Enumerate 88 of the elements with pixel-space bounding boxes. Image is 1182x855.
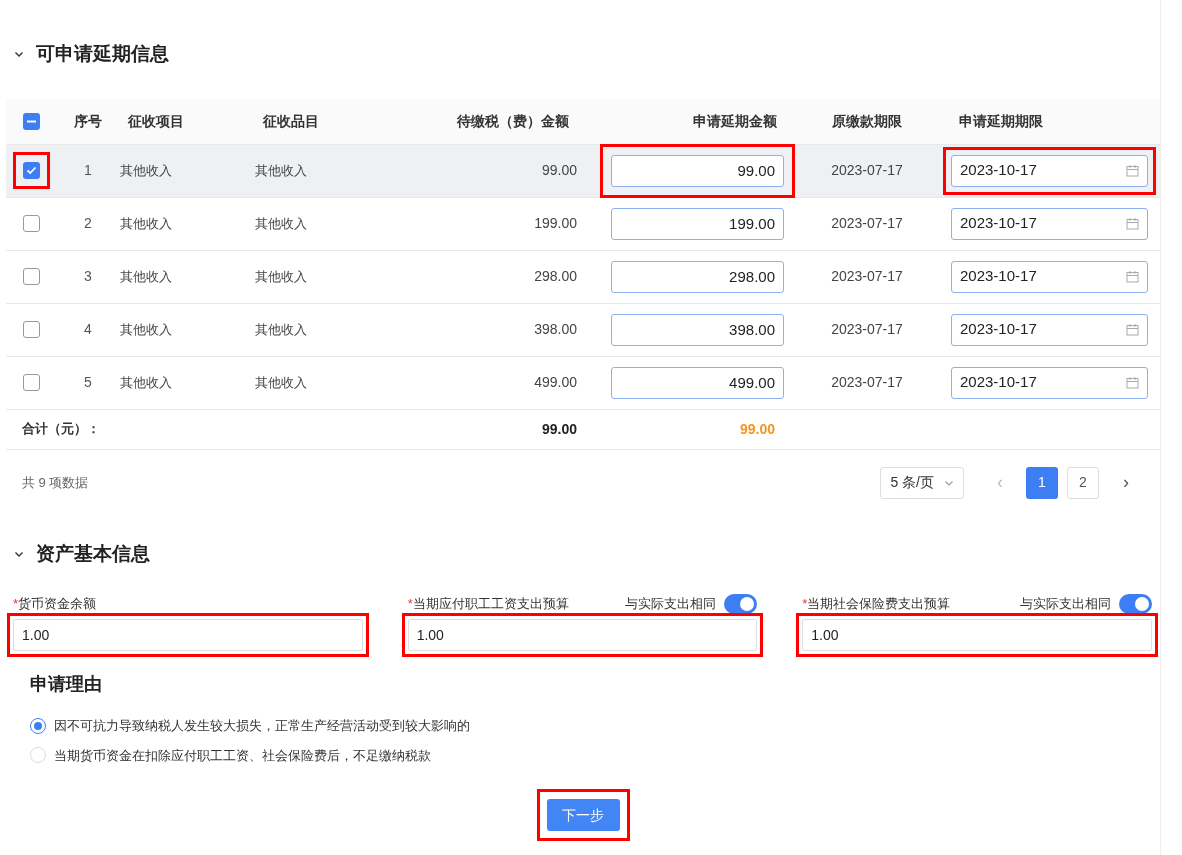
page-button[interactable]: 1 bbox=[1026, 466, 1058, 499]
table-cell-text: 4 bbox=[83, 320, 93, 339]
table-cell-text: 298.00 bbox=[533, 267, 578, 286]
column-header: 征收项目 bbox=[127, 111, 185, 131]
field-label: 货币资金余额 bbox=[18, 595, 98, 614]
radio-option[interactable]: 当期货币资金在扣除应付职工工资、社会保险费后，不足缴纳税款 bbox=[30, 745, 1160, 765]
checkbox[interactable] bbox=[22, 268, 40, 285]
required-mark: * bbox=[13, 595, 19, 614]
table-row[interactable]: 1 其他收入 其他收入 99.00 99.00 2023-07-17 2023-10-17 bbox=[6, 144, 1160, 198]
checkbox[interactable] bbox=[22, 112, 40, 130]
required-mark: * bbox=[407, 595, 413, 614]
radio-option[interactable]: 因不可抗力导致纳税人发生较大损失，正常生产经营活动受到较大影响的 bbox=[30, 716, 1160, 736]
section-title: 资产基本信息 bbox=[36, 541, 150, 566]
table-cell-text: 其他收入 bbox=[255, 214, 308, 233]
table-cell-text: 2023-07-17 bbox=[830, 161, 904, 180]
minus-icon bbox=[26, 119, 36, 123]
table-cell-text: 2 bbox=[83, 214, 93, 233]
date-picker[interactable]: 2023-10-17 bbox=[951, 313, 1148, 346]
checkbox[interactable] bbox=[22, 215, 40, 232]
calendar-icon bbox=[1126, 376, 1139, 389]
date-picker[interactable]: 2023-10-17 bbox=[951, 207, 1148, 240]
field-label: 当期社会保险费支出预算 bbox=[807, 595, 952, 614]
section-title: 可申请延期信息 bbox=[36, 42, 169, 66]
page-button[interactable]: 2 bbox=[1067, 466, 1099, 499]
checkbox[interactable] bbox=[22, 374, 40, 391]
column-header: 申请延期金额 bbox=[692, 111, 778, 131]
table-cell-text: 其他收入 bbox=[255, 161, 308, 180]
table-cell-text: 其他收入 bbox=[120, 320, 173, 339]
calendar-icon bbox=[1126, 164, 1139, 177]
table-cell-text: 其他收入 bbox=[255, 373, 308, 392]
toggle-switch[interactable] bbox=[1119, 594, 1152, 614]
table-cell-text: 1 bbox=[83, 161, 93, 180]
column-header: 申请延期期限 bbox=[958, 111, 1044, 131]
total-label: 合计（元）： bbox=[21, 420, 101, 439]
checkbox[interactable] bbox=[22, 162, 40, 179]
table-cell-text: 199.00 bbox=[533, 214, 578, 233]
date-value: 2023-10-17 bbox=[960, 372, 1038, 393]
table-cell-text: 其他收入 bbox=[120, 214, 173, 233]
table-cell-text: 3 bbox=[83, 267, 93, 286]
required-mark: * bbox=[802, 595, 808, 614]
next-page-button[interactable]: › bbox=[1114, 469, 1138, 496]
next-button[interactable]: 下一步 bbox=[546, 799, 620, 831]
table-cell-text: 2023-07-17 bbox=[830, 373, 904, 392]
table-cell-text: 2023-07-17 bbox=[830, 320, 904, 339]
pagination-summary: 共 9 项数据 bbox=[22, 473, 90, 492]
date-value: 2023-10-17 bbox=[960, 160, 1038, 181]
calendar-icon bbox=[1126, 217, 1139, 230]
column-header: 征收品目 bbox=[262, 111, 320, 131]
date-picker[interactable]: 2023-10-17 bbox=[951, 154, 1148, 187]
column-header: 待缴税（费）金额 bbox=[456, 111, 570, 131]
date-value: 2023-10-17 bbox=[960, 319, 1038, 340]
checkbox[interactable] bbox=[22, 321, 40, 338]
table-cell-text: 99.00 bbox=[540, 161, 578, 180]
table-cell-text: 其他收入 bbox=[120, 161, 173, 180]
amount-input[interactable]: 99.00 bbox=[611, 154, 784, 187]
toggle-label: 与实际支出相同 bbox=[1020, 595, 1111, 614]
toggle-label: 与实际支出相同 bbox=[625, 595, 717, 614]
toggle-switch[interactable] bbox=[724, 594, 758, 614]
table-cell-text: 其他收入 bbox=[255, 320, 308, 339]
table-cell-text: 398.00 bbox=[533, 320, 578, 339]
table-cell-text: 其他收入 bbox=[120, 267, 173, 286]
table-cell-text: 其他收入 bbox=[255, 267, 308, 286]
table-cell-text: 2023-07-17 bbox=[830, 214, 904, 233]
amount-input[interactable]: 499.00 bbox=[611, 366, 784, 399]
text-input[interactable]: 1.00 bbox=[407, 619, 758, 651]
column-header: 序号 bbox=[73, 111, 103, 131]
table-cell-text: 5 bbox=[83, 373, 93, 392]
date-picker[interactable]: 2023-10-17 bbox=[951, 260, 1148, 293]
page-size-select[interactable]: 5 条/页 bbox=[880, 466, 964, 499]
field-label: 当期应付职工工资支出预算 bbox=[412, 595, 570, 614]
date-value: 2023-10-17 bbox=[960, 266, 1038, 287]
date-value: 2023-10-17 bbox=[960, 213, 1038, 234]
text-input[interactable]: 1.00 bbox=[802, 619, 1152, 651]
amount-input[interactable]: 298.00 bbox=[611, 260, 784, 293]
table-cell-text: 2023-07-17 bbox=[830, 267, 904, 286]
date-picker[interactable]: 2023-10-17 bbox=[951, 366, 1148, 399]
amount-input[interactable]: 199.00 bbox=[611, 207, 784, 240]
total-value: 99.00 bbox=[540, 419, 578, 439]
total-value: 99.00 bbox=[738, 419, 776, 439]
table-cell-text: 499.00 bbox=[533, 373, 578, 392]
text-input[interactable]: 1.00 bbox=[13, 619, 363, 651]
calendar-icon bbox=[1126, 270, 1139, 283]
calendar-icon bbox=[1126, 323, 1139, 336]
amount-input[interactable]: 398.00 bbox=[611, 313, 784, 346]
reason-title: 申请理由 bbox=[30, 673, 102, 696]
table-cell-text: 其他收入 bbox=[120, 373, 173, 392]
check-icon bbox=[25, 166, 37, 175]
column-header: 原缴款期限 bbox=[831, 111, 903, 131]
